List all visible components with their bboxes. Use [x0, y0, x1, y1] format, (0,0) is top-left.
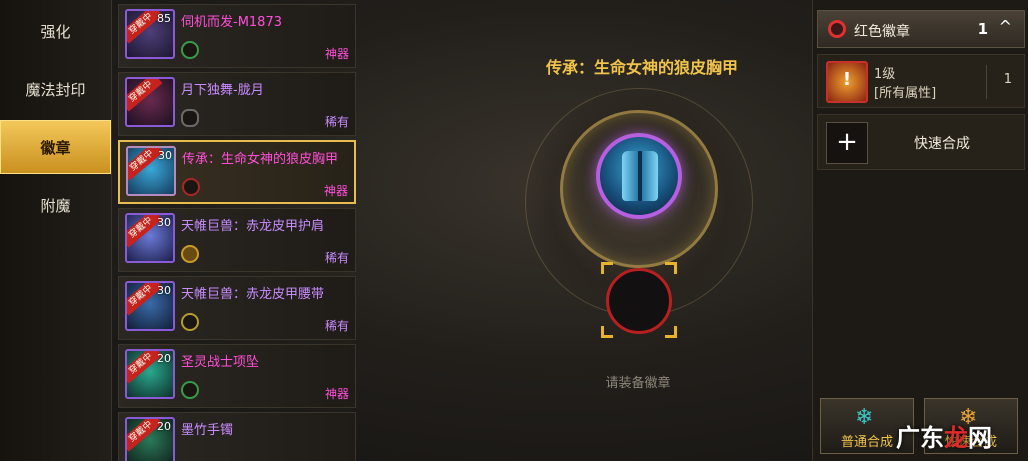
chest-armor-icon [596, 133, 682, 219]
item-name: 天帷巨兽：赤龙皮甲腰带 [181, 287, 325, 302]
equip-hint: 请装备徽章 [605, 376, 671, 391]
item-thumbnail: 穿戴中 30 [125, 281, 175, 331]
list-item[interactable]: 穿戴中 85 伺机而发-M1873 神器 [118, 4, 356, 68]
item-thumbnail: 穿戴中 20 [125, 417, 175, 461]
list-item[interactable]: 穿戴中 20 圣灵战士项坠 神器 [118, 344, 356, 408]
emblem-category-count: 1 [977, 20, 988, 38]
watermark-part: 龙 [944, 424, 968, 452]
item-rarity: 神器 [324, 387, 349, 401]
emblem-entry[interactable]: ! 1级 [所有属性] 1 [817, 54, 1025, 108]
slot-corner-br [665, 326, 677, 338]
item-name: 墨竹手镯 [181, 423, 234, 438]
item-level: 85 [157, 12, 171, 25]
item-rarity: 稀有 [324, 251, 349, 265]
equipment-list: 穿戴中 85 伺机而发-M1873 神器 穿戴中 月下独舞-胧月 稀有 穿戴中 … [118, 0, 358, 461]
emblem-slot-icon [181, 245, 199, 263]
vest-stripe [638, 151, 642, 201]
item-level: 30 [157, 216, 171, 229]
item-name: 传承：生命女神的狼皮胸甲 [182, 152, 339, 167]
item-thumbnail: 穿戴中 30 [125, 213, 175, 263]
item-level: 30 [157, 284, 171, 297]
list-item[interactable]: 穿戴中 30 天帷巨兽：赤龙皮甲腰带 稀有 [118, 276, 356, 340]
emblem-quantity: 1 [1003, 72, 1012, 87]
nav-item-enhance[interactable]: 强化 [0, 4, 111, 58]
selected-item-title: 传承：生命女神的狼皮胸甲 [545, 58, 738, 77]
nav-item-magic-seal[interactable]: 魔法封印 [0, 62, 111, 116]
item-name: 伺机而发-M1873 [181, 15, 282, 30]
item-level: 20 [157, 352, 171, 365]
list-item[interactable]: 穿戴中 30 天帷巨兽：赤龙皮甲护肩 稀有 [118, 208, 356, 272]
snowflake-icon: ❄ [855, 405, 874, 430]
item-rarity: 稀有 [324, 319, 349, 333]
item-thumbnail: 穿戴中 20 [125, 349, 175, 399]
emblem-category-header[interactable]: 红色徽章 1 ^ [817, 10, 1025, 48]
nav-item-emblem[interactable]: 徽章 [0, 120, 111, 174]
emblem-slot-icon [181, 381, 199, 399]
emblem-slot-icon [181, 109, 199, 127]
emblem-panel: 红色徽章 1 ^ ! 1级 [所有属性] 1 + 快速合成 [812, 0, 1028, 461]
nav-item-enchant[interactable]: 附魔 [0, 178, 111, 232]
item-rarity: 神器 [323, 184, 348, 198]
emblem-category-title: 红色徽章 [854, 24, 910, 40]
quick-synthesis-row[interactable]: + 快速合成 [817, 114, 1025, 170]
red-emblem-icon: ! [826, 61, 868, 103]
list-item[interactable]: 穿戴中 月下独舞-胧月 稀有 [118, 72, 356, 136]
item-name: 圣灵战士项坠 [181, 355, 260, 370]
watermark: 广东龙网 [896, 418, 992, 453]
slot-corner-tl [601, 262, 613, 274]
emblem-attribute: [所有属性] [874, 86, 937, 101]
watermark-part: 网 [968, 424, 992, 452]
emblem-slot-icon [181, 41, 199, 59]
slot-corner-tr [665, 262, 677, 274]
emblem-slot-icon [181, 313, 199, 331]
list-item[interactable]: 穿戴中 30 传承：生命女神的狼皮胸甲 神器 [118, 140, 356, 204]
red-emblem-icon [828, 20, 846, 38]
plus-icon[interactable]: + [826, 122, 868, 164]
category-nav: 强化 魔法封印 徽章 附魔 [0, 0, 112, 461]
quick-synthesis-label: 快速合成 [914, 136, 970, 152]
emblem-level: 1级 [874, 67, 896, 82]
item-level: 20 [157, 420, 171, 433]
item-level: 30 [158, 149, 172, 162]
item-name: 月下独舞-胧月 [181, 83, 264, 98]
equipped-ribbon: 穿戴中 [127, 79, 163, 112]
list-item[interactable]: 穿戴中 20 墨竹手镯 [118, 412, 356, 461]
slot-corner-bl [601, 326, 613, 338]
divider [986, 65, 987, 99]
item-rarity: 稀有 [324, 115, 349, 129]
item-thumbnail: 穿戴中 85 [125, 9, 175, 59]
chevron-up-icon[interactable]: ^ [999, 17, 1012, 36]
emblem-slot-icon [182, 178, 200, 196]
item-thumbnail: 穿戴中 [125, 77, 175, 127]
item-rarity: 神器 [324, 47, 349, 61]
item-thumbnail: 穿戴中 30 [126, 146, 176, 196]
item-name: 天帷巨兽：赤龙皮甲护肩 [181, 219, 325, 234]
emblem-equip-slot[interactable] [606, 268, 672, 334]
watermark-part: 广东 [896, 424, 944, 452]
